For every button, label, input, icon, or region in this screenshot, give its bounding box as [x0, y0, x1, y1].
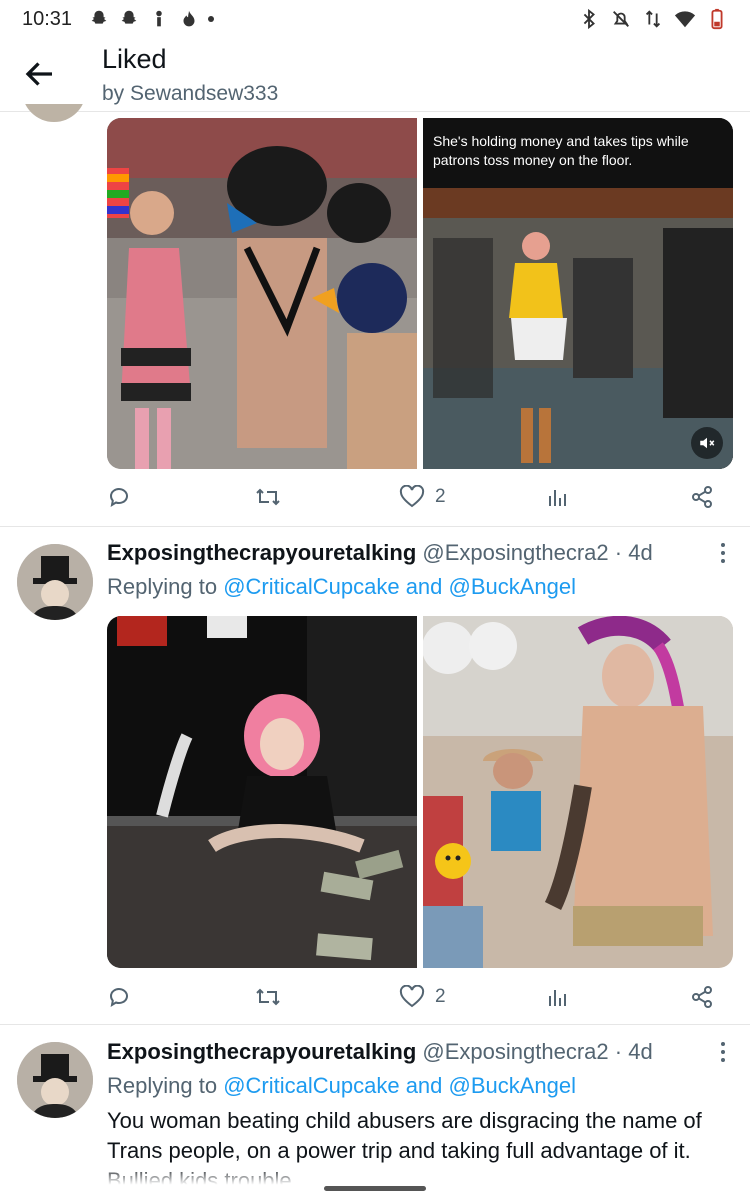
retweet-button[interactable] [255, 485, 281, 509]
retweet-icon [256, 988, 280, 1006]
display-name[interactable]: Exposingthecrapyouretalking [107, 540, 416, 565]
separator: · [608, 1039, 629, 1064]
timestamp[interactable]: 4d [628, 540, 652, 565]
page-subtitle: by Sewandsew333 [102, 82, 279, 105]
volume-mute-button[interactable] [691, 427, 723, 459]
share-icon [692, 986, 712, 1008]
share-icon [692, 486, 712, 508]
like-count: 2 [435, 986, 446, 1007]
avatar-top-hat [17, 544, 93, 620]
post-image[interactable] [107, 616, 417, 968]
more-vertical-icon[interactable] [720, 541, 726, 565]
avatar[interactable] [17, 544, 93, 620]
like-count: 2 [435, 486, 446, 507]
avatar-top-hat [17, 1042, 93, 1118]
mute-bell-icon [613, 11, 629, 27]
snapchat-icon [121, 10, 137, 24]
separator: · [608, 540, 629, 565]
photo-stage [107, 616, 417, 968]
views-icon [549, 490, 566, 506]
bluetooth-icon [583, 8, 595, 30]
retweet-icon [256, 488, 280, 506]
handle[interactable]: @Exposingthecra2 [422, 540, 608, 565]
replying-to: Replying to @CriticalCupcake and @BuckAn… [107, 1073, 576, 1099]
post-actions: 2 [107, 482, 727, 512]
views-button[interactable] [547, 486, 569, 508]
tinder-icon [183, 10, 195, 27]
avatar[interactable] [22, 104, 86, 122]
photo-party [423, 616, 733, 968]
replying-prefix: Replying to [107, 574, 224, 599]
volume-mute-icon [700, 437, 715, 449]
tweet-header: Exposingthecrapyouretalking @Exposingthe… [107, 540, 653, 566]
mention-link[interactable]: @BuckAngel [449, 574, 577, 599]
share-button[interactable] [690, 985, 714, 1009]
photo-parade [107, 118, 417, 469]
post-image[interactable] [423, 616, 733, 968]
views-icon [549, 990, 566, 1006]
reply-button[interactable] [107, 485, 131, 509]
tweet-header: Exposingthecrapyouretalking @Exposingthe… [107, 1039, 653, 1065]
like-icon [399, 985, 425, 1008]
status-bar: 10:31 [0, 0, 750, 38]
display-name[interactable]: Exposingthecrapyouretalking [107, 1039, 416, 1064]
wifi-icon [674, 11, 696, 28]
replying-prefix: Replying to [107, 1073, 224, 1098]
post-actions: 2 [107, 982, 727, 1012]
video-still [423, 118, 733, 469]
like-icon [399, 485, 425, 508]
status-time: 10:31 [22, 7, 73, 30]
reply-icon [109, 488, 128, 508]
share-button[interactable] [690, 485, 714, 509]
media-grid: She's holding money and takes tips while… [107, 118, 733, 469]
post-image[interactable] [107, 118, 417, 469]
battery-icon [711, 8, 723, 30]
views-button[interactable] [547, 986, 569, 1008]
mention-link[interactable]: @BuckAngel [449, 1073, 577, 1098]
more-vertical-icon[interactable] [720, 1040, 726, 1064]
like-button[interactable]: 2 [399, 485, 446, 509]
gesture-home-bar[interactable] [324, 1186, 426, 1191]
video-caption: She's holding money and takes tips while… [433, 133, 689, 168]
mention-link[interactable]: @CriticalCupcake [223, 574, 399, 599]
app-header: Liked by Sewandsew333 [0, 38, 750, 112]
page-title: Liked [102, 44, 167, 74]
bottom-fade [0, 1166, 750, 1200]
post-video[interactable]: She's holding money and takes tips while… [423, 118, 733, 469]
back-arrow-icon[interactable] [22, 56, 58, 92]
reply-button[interactable] [107, 985, 131, 1009]
more-notifications-dot [208, 16, 215, 22]
snapchat-icon [91, 10, 107, 24]
handle[interactable]: @Exposingthecra2 [422, 1039, 608, 1064]
mention-link[interactable]: @CriticalCupcake [223, 1073, 399, 1098]
media-grid [107, 616, 733, 968]
and-word: and [399, 574, 449, 599]
notification-icon [156, 10, 162, 27]
replying-to: Replying to @CriticalCupcake and @BuckAn… [107, 574, 576, 600]
divider [0, 526, 750, 527]
like-button[interactable]: 2 [399, 985, 446, 1009]
timestamp[interactable]: 4d [628, 1039, 652, 1064]
and-word: and [399, 1073, 449, 1098]
reply-icon [109, 988, 128, 1008]
data-arrows-icon [645, 10, 661, 28]
avatar[interactable] [17, 1042, 93, 1118]
retweet-button[interactable] [255, 985, 281, 1009]
divider [0, 1024, 750, 1025]
